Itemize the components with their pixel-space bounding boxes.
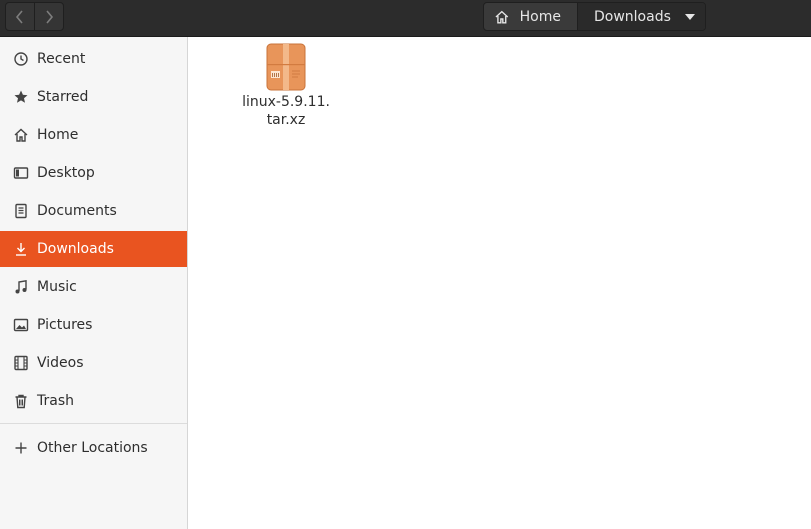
- desktop-icon: [12, 164, 30, 182]
- archive-package-icon: [266, 43, 306, 91]
- sidebar-separator: [0, 423, 187, 424]
- sidebar-item-label: Music: [37, 279, 77, 295]
- sidebar-item-label: Recent: [37, 51, 86, 67]
- home-icon: [495, 10, 509, 24]
- download-icon: [12, 240, 30, 258]
- pathbar-home-label: Home: [519, 8, 561, 25]
- file-item[interactable]: linux-5.9.11. tar.xz: [238, 43, 334, 129]
- picture-icon: [12, 316, 30, 334]
- file-name-line-1: linux-5.9.11.: [242, 94, 330, 110]
- sidebar-item-label: Pictures: [37, 317, 93, 333]
- pathbar: Home Downloads: [483, 2, 706, 31]
- trash-icon: [12, 392, 30, 410]
- document-icon: [12, 202, 30, 220]
- sidebar-item-label: Videos: [37, 355, 84, 371]
- sidebar-item-trash[interactable]: Trash: [0, 383, 187, 419]
- sidebar-item-label: Desktop: [37, 165, 95, 181]
- plus-icon: [12, 439, 30, 457]
- sidebar-item-pictures[interactable]: Pictures: [0, 307, 187, 343]
- sidebar-item-desktop[interactable]: Desktop: [0, 155, 187, 191]
- sidebar-item-documents[interactable]: Documents: [0, 193, 187, 229]
- chevron-left-icon: [15, 9, 23, 24]
- sidebar-item-label: Home: [37, 127, 79, 143]
- star-icon: [12, 88, 30, 106]
- sidebar-item-home[interactable]: Home: [0, 117, 187, 153]
- sidebar-item-videos[interactable]: Videos: [0, 345, 187, 381]
- chevron-down-icon[interactable]: [684, 13, 695, 20]
- sidebar-item-label: Trash: [37, 393, 74, 409]
- clock-icon: [12, 50, 30, 68]
- chevron-right-icon: [46, 9, 54, 24]
- sidebar-item-label: Documents: [37, 203, 117, 219]
- sidebar-item-other-locations[interactable]: Other Locations: [0, 430, 187, 466]
- pathbar-downloads-button[interactable]: Downloads: [577, 3, 705, 30]
- headerbar: Home Downloads: [0, 0, 811, 37]
- file-name: linux-5.9.11. tar.xz: [238, 93, 334, 129]
- sidebar-item-label: Other Locations: [37, 440, 148, 456]
- sidebar-item-music[interactable]: Music: [0, 269, 187, 305]
- sidebar-item-starred[interactable]: Starred: [0, 79, 187, 115]
- film-icon: [12, 354, 30, 372]
- sidebar-item-label: Starred: [37, 89, 89, 105]
- pathbar-home-button[interactable]: Home: [484, 3, 577, 30]
- sidebar: Recent Starred Home Desktop Documents Do…: [0, 37, 188, 529]
- sidebar-item-label: Downloads: [37, 241, 114, 257]
- file-name-line-2: tar.xz: [266, 112, 306, 128]
- music-note-icon: [12, 278, 30, 296]
- sidebar-item-recent[interactable]: Recent: [0, 41, 187, 77]
- file-manager-window: Home Downloads Recent Starred Home Deskt…: [0, 0, 811, 529]
- back-button[interactable]: [6, 3, 34, 30]
- home-icon: [12, 126, 30, 144]
- file-view[interactable]: linux-5.9.11. tar.xz: [188, 37, 811, 529]
- navigation-buttons: [5, 2, 64, 31]
- sidebar-item-downloads[interactable]: Downloads: [0, 231, 187, 267]
- pathbar-current-label: Downloads: [594, 8, 671, 25]
- forward-button[interactable]: [34, 3, 63, 30]
